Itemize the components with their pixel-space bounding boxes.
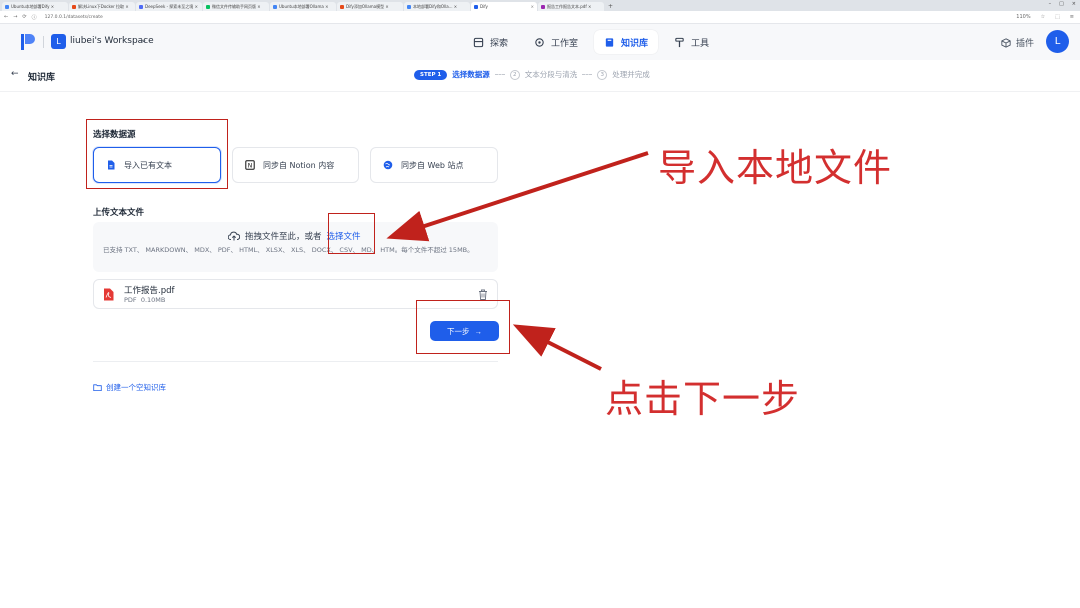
- close-window-icon[interactable]: ×: [1072, 1, 1076, 7]
- browser-tab[interactable]: Ubuntu本地部署Dify ×: [2, 2, 68, 11]
- address-bar: ← → ⟳ ⓘ 127.0.0.1/datasets/create 110% ☆…: [0, 11, 1080, 24]
- hammer-icon: [675, 37, 684, 47]
- source-notion-card[interactable]: N 同步自 Notion 内容: [232, 147, 359, 183]
- sub-header: ← 知识库 STEP 1 选择数据源 2 文本分段与清洗 3 处理并完成: [0, 60, 1080, 92]
- tab-favicon-icon: [72, 4, 76, 9]
- annotation-click-next-text: 点击下一步: [605, 377, 801, 421]
- site-info-icon[interactable]: ⓘ: [32, 14, 37, 21]
- main-nav: 探索 工作室 知识库 工具: [463, 30, 719, 54]
- nav-explore-label: 探索: [490, 38, 509, 49]
- tab-favicon-icon: [139, 4, 143, 9]
- create-empty-knowledge-link[interactable]: 创建一个空知识库: [93, 382, 166, 393]
- nav-knowledge-label: 知识库: [621, 38, 649, 49]
- chevron-down-icon[interactable]: ⌄: [141, 36, 147, 44]
- bookmark-star-icon[interactable]: ☆: [1041, 14, 1045, 20]
- source-notion-label: 同步自 Notion 内容: [263, 160, 335, 170]
- step-indicator: STEP 1 选择数据源 2 文本分段与清洗 3 处理并完成: [414, 69, 650, 80]
- zoom-level[interactable]: 110%: [1016, 14, 1030, 20]
- pdf-file-icon: [104, 288, 114, 301]
- compass-icon: [473, 37, 484, 47]
- user-avatar[interactable]: L: [1046, 30, 1069, 53]
- source-web-label: 同步自 Web 站点: [401, 160, 464, 170]
- tab-favicon-icon: [407, 4, 411, 9]
- maximize-icon[interactable]: □: [1059, 1, 1064, 7]
- app-header: L liubei's Workspace ⌄ 探索 工作室 知识库 工具 插件 …: [0, 24, 1080, 60]
- minimize-icon[interactable]: –: [1049, 1, 1052, 7]
- browser-tab[interactable]: 微信文件传输助手网页版 ×: [203, 2, 269, 11]
- browser-tab[interactable]: 报告工作报告文本.pdf ×: [538, 2, 604, 11]
- extensions-icon[interactable]: ⬚: [1055, 14, 1060, 20]
- file-name: 工作报告.pdf: [124, 286, 175, 296]
- step-divider: [494, 74, 505, 75]
- annotation-box-datasource: [86, 119, 228, 189]
- file-meta: PDF 0.10MB: [124, 296, 165, 304]
- step-3-label: 处理并完成: [612, 70, 650, 79]
- close-icon[interactable]: ×: [531, 4, 534, 9]
- section-divider: [93, 361, 498, 362]
- cube-icon: [1001, 37, 1011, 48]
- nav-studio-label: 工作室: [551, 38, 579, 49]
- dropzone-text: 拖拽文件至此，或者: [245, 232, 322, 242]
- browser-tab-active[interactable]: Dify ×: [471, 2, 537, 11]
- tab-favicon-icon: [206, 4, 210, 9]
- supported-formats-hint: 已支持 TXT、 MARKDOWN、 MDX、 PDF、 HTML、 XLSX、…: [103, 246, 474, 254]
- browser-tab[interactable]: Ubuntu本地部署Ollama ×: [270, 2, 336, 11]
- file-size: 0.10MB: [140, 296, 166, 304]
- reload-icon[interactable]: ⟳: [22, 14, 26, 20]
- browser-menu-icon[interactable]: ≡: [1070, 14, 1074, 20]
- nav-studio[interactable]: 工作室: [524, 30, 588, 54]
- nav-knowledge[interactable]: 知识库: [594, 30, 659, 54]
- nav-tools-label: 工具: [691, 38, 710, 49]
- window-controls: – □ ×: [1049, 1, 1076, 7]
- browser-tab[interactable]: DeepSeek - 探索未至之境 ×: [136, 2, 202, 11]
- trash-icon[interactable]: [478, 289, 488, 300]
- url-field[interactable]: 127.0.0.1/datasets/create: [45, 15, 103, 20]
- folder-icon: [93, 384, 102, 392]
- nav-explore[interactable]: 探索: [463, 30, 518, 54]
- browser-tab[interactable]: 本地部署Dify和Olla... ×: [404, 2, 470, 11]
- upload-title: 上传文本文件: [93, 208, 145, 218]
- back-arrow-icon[interactable]: ←: [11, 69, 19, 79]
- svg-text:N: N: [248, 162, 253, 169]
- browser-tab[interactable]: 解决Linux下Docker 拉取 ×: [69, 2, 135, 11]
- browser-tab-bar: Ubuntu本地部署Dify × 解决Linux下Docker 拉取 × Dee…: [0, 0, 1080, 11]
- page-title[interactable]: 知识库: [28, 70, 55, 83]
- notion-icon: N: [245, 160, 255, 170]
- tab-favicon-icon: [340, 4, 344, 9]
- globe-icon: [383, 160, 393, 170]
- book-icon: [605, 37, 614, 47]
- dify-logo-icon[interactable]: [20, 33, 36, 51]
- tab-favicon-icon: [474, 4, 478, 9]
- studio-icon: [535, 37, 544, 47]
- header-divider: [43, 36, 44, 48]
- arrow-to-next-button: [512, 324, 602, 371]
- step-3-number: 3: [597, 69, 608, 80]
- forward-arrow-icon[interactable]: →: [13, 14, 17, 20]
- browser-tab[interactable]: Dify添加Ollama模型 ×: [337, 2, 403, 11]
- step-1-label: 选择数据源: [452, 70, 490, 79]
- tab-favicon-icon: [5, 4, 9, 9]
- annotation-box-next-button: [416, 300, 510, 354]
- annotation-import-local-text: 导入本地文件: [658, 146, 893, 190]
- source-web-card[interactable]: 同步自 Web 站点: [370, 147, 498, 183]
- plugins-button[interactable]: 插件: [1001, 36, 1034, 49]
- tab-favicon-icon: [273, 4, 277, 9]
- create-empty-label: 创建一个空知识库: [106, 383, 166, 392]
- step-1-pill: STEP 1: [414, 69, 448, 80]
- workspace-avatar[interactable]: L: [51, 34, 66, 49]
- cloud-upload-icon: [228, 231, 240, 241]
- file-dropzone[interactable]: 拖拽文件至此，或者 选择文件 已支持 TXT、 MARKDOWN、 MDX、 PD…: [93, 222, 498, 272]
- file-type: PDF: [124, 296, 137, 304]
- nav-tools[interactable]: 工具: [664, 30, 719, 54]
- annotation-box-choose-file: [328, 213, 375, 254]
- new-tab-icon[interactable]: +: [608, 2, 613, 11]
- tab-favicon-icon: [541, 4, 545, 9]
- back-arrow-icon[interactable]: ←: [4, 14, 8, 20]
- plugins-label: 插件: [1016, 39, 1035, 49]
- step-2-number: 2: [509, 69, 520, 80]
- step-2-label: 文本分段与清洗: [524, 70, 578, 79]
- step-divider: [582, 74, 593, 75]
